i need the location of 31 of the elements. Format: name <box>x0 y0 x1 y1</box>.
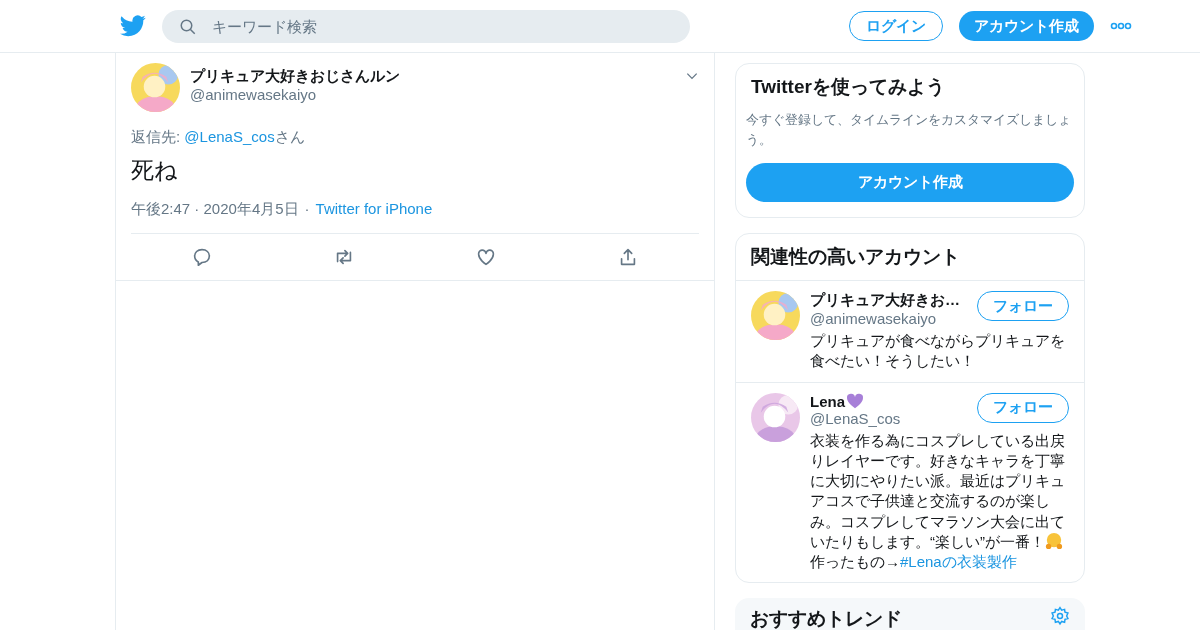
heart-icon[interactable] <box>475 246 497 268</box>
card-title: おすすめトレンド <box>750 607 902 630</box>
signup-button[interactable]: アカウント作成 <box>746 163 1074 202</box>
user-name[interactable]: プリキュア大好きおじさんルン <box>190 67 675 86</box>
follow-button[interactable]: フォロー <box>977 291 1069 321</box>
follow-button[interactable]: フォロー <box>977 392 1069 423</box>
login-button[interactable]: ログイン <box>849 11 943 41</box>
card-text: 今すぐ登録して、タイムラインをカスタマイズしましょう。 <box>745 111 1072 149</box>
settings-icon[interactable] <box>1050 606 1070 627</box>
tweet-timestamp: 午後2:47 · 2020年4月5日 <box>131 200 299 219</box>
account-name[interactable]: Lena <box>810 392 971 410</box>
separator-dot: · <box>304 200 310 219</box>
account-bio: 衣装を作る為にコスプレしている出戻りレイヤーです。好きなキャラを丁寧に大切にやりたい派。最近はプリキュアコスで子供達と交流するのが楽しみ。コスプレしてマラソン大会に出ていたりもします。“楽しい”が一番！ 作ったもの→#Lenaの衣装製作 <box>810 430 1066 572</box>
tweet-text: 死ね <box>131 156 179 185</box>
user-handle[interactable]: @animewasekaiyo <box>190 86 675 103</box>
reply-context: 返信先: @LenaS_cosさん <box>131 128 306 147</box>
search-icon <box>179 17 197 36</box>
mention-link[interactable]: @LenaS_cos <box>184 128 275 145</box>
reply-icon[interactable] <box>191 246 213 268</box>
account-name[interactable]: プリキュア大好きお… <box>810 291 971 310</box>
hashtag-link[interactable]: #Lenaの衣装製作 <box>900 553 1017 570</box>
account-handle[interactable]: @animewasekaiyo <box>810 310 971 327</box>
card-title: 関連性の高いアカウント <box>750 245 961 269</box>
signup-button[interactable]: アカウント作成 <box>959 11 1094 41</box>
bird-logo-icon[interactable] <box>120 15 146 37</box>
card-title: Twitterを使ってみよう <box>750 75 946 99</box>
account-handle[interactable]: @LenaS_cos <box>810 409 971 427</box>
source-link[interactable]: Twitter for iPhone <box>315 200 433 219</box>
more-icon[interactable] <box>1110 22 1132 30</box>
search-field[interactable]: キーワード検索 <box>162 9 690 43</box>
account-bio: プリキュアが食べながらプリキュアを食べたい！そうしたい！ <box>810 331 1066 372</box>
